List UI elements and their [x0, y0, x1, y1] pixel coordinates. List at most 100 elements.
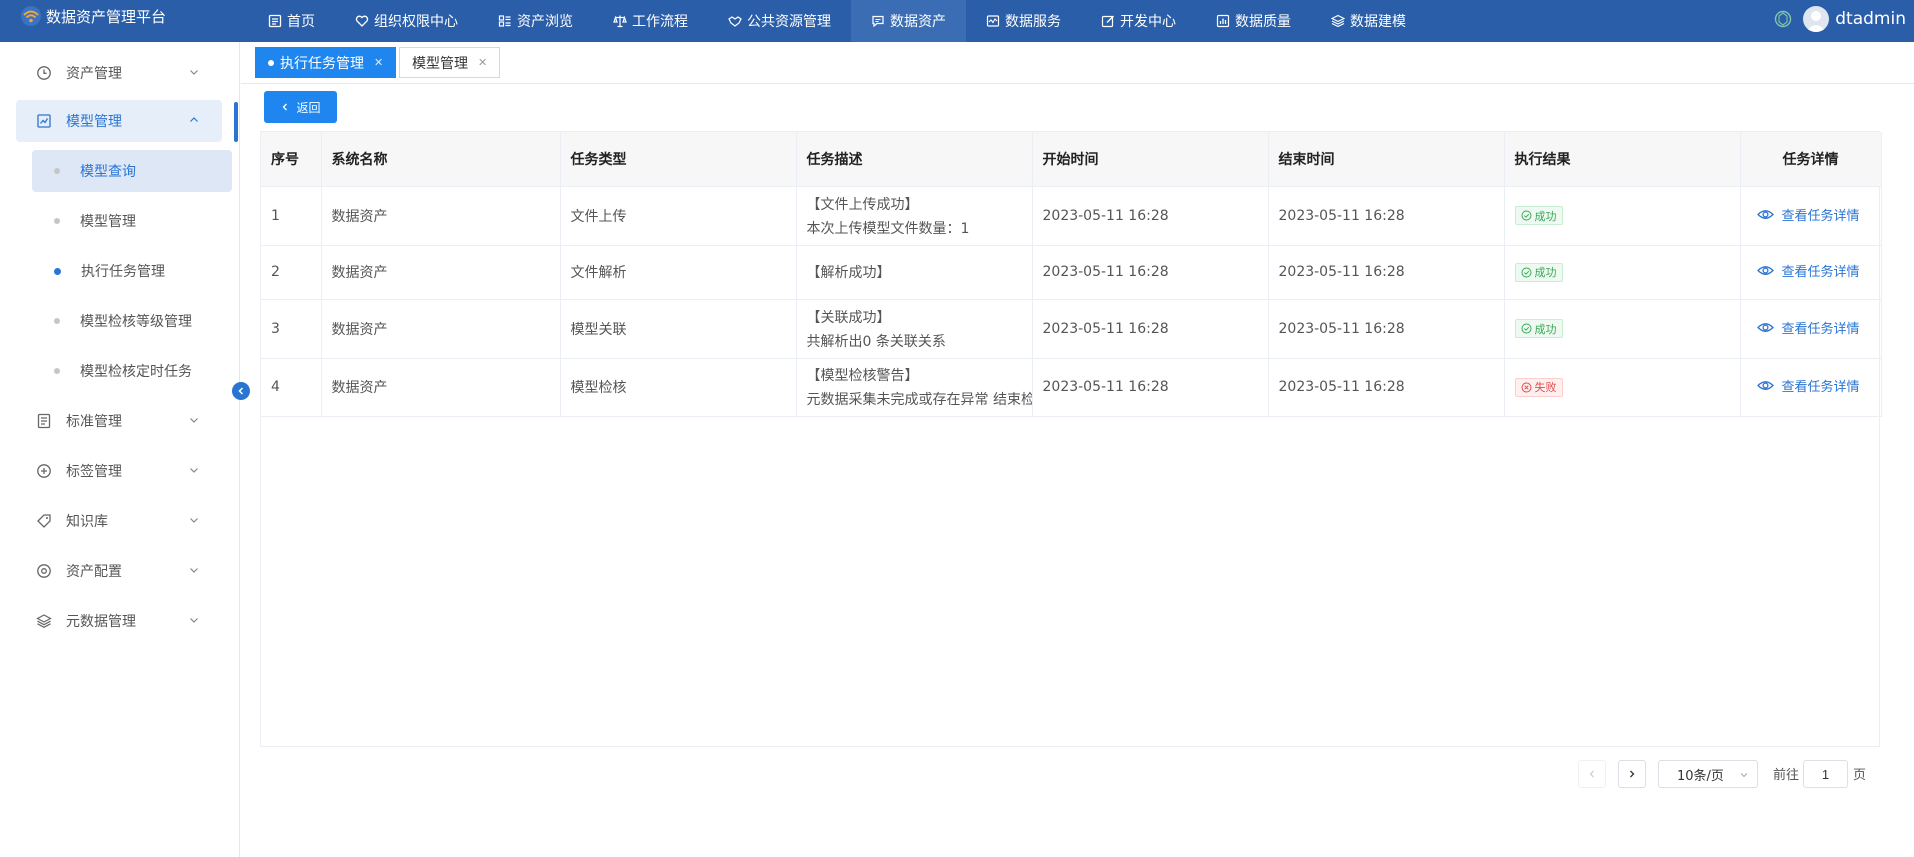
col-header: 任务详情 [1740, 132, 1882, 187]
sidebar-item-knowledge[interactable]: 知识库 [16, 500, 222, 542]
sub-item-model-mgmt[interactable]: 模型管理 [32, 200, 232, 242]
chevron-left-icon [1589, 770, 1594, 778]
next-page-button[interactable] [1618, 760, 1646, 788]
active-dot [268, 59, 274, 66]
table-row: 2 数据资产 文件解析 【解析成功】 2023-05-11 16:28 2023… [261, 245, 1882, 300]
view-detail-link[interactable]: 查看任务详情 [1756, 261, 1860, 280]
table-row: 4 数据资产 模型检核 【模型检核警告】 元数据采集未完成或存在异常 结束检 20… [261, 358, 1882, 417]
x-circle-icon [1521, 382, 1531, 392]
nav-item-data-modeling[interactable]: 数据建模 [1311, 0, 1426, 42]
eye-icon [1756, 381, 1774, 390]
back-button[interactable]: 返回 [264, 91, 337, 123]
main-nav: 首页 组织权限中心 资产浏览 工作流程 公共资源管理 数据资产 数据服务 开发中… [248, 0, 1426, 42]
chevron-left-icon [238, 387, 244, 395]
scale-icon [613, 14, 627, 28]
col-header: 序号 [261, 132, 322, 187]
tab-model-mgmt[interactable]: 模型管理 ✕ [399, 47, 501, 78]
chevron-left-icon [283, 103, 288, 111]
sub-item-task-mgmt[interactable]: 执行任务管理 [32, 250, 232, 292]
layers-icon [1331, 14, 1345, 28]
avatar[interactable] [1803, 6, 1830, 32]
sidebar-item-label: 元数据管理 [66, 614, 136, 630]
sidebar-item-label: 标签管理 [66, 464, 122, 480]
close-icon[interactable]: ✕ [374, 56, 383, 69]
nav-item-asset-browse[interactable]: 资产浏览 [478, 0, 593, 42]
check-circle-icon [1521, 210, 1531, 221]
status-badge: 失败 [1514, 377, 1563, 397]
page-size-select[interactable]: 10条/页 [1658, 760, 1758, 788]
nav-item-home[interactable]: 首页 [248, 0, 335, 42]
goto-label: 前往 [1773, 768, 1800, 783]
sidebar-item-label: 知识库 [66, 514, 108, 530]
bullet-dot [54, 368, 60, 374]
shield-heart-icon [355, 14, 369, 28]
status-badge: 成功 [1514, 206, 1563, 225]
top-navbar: 数据资产管理平台 首页 组织权限中心 资产浏览 工作流程 公共资源管理 数据资产 [0, 0, 1914, 42]
nav-item-org-permission[interactable]: 组织权限中心 [335, 0, 478, 42]
col-header: 系统名称 [321, 132, 561, 187]
view-detail-link[interactable]: 查看任务详情 [1756, 376, 1860, 395]
nav-item-data-quality[interactable]: 数据质量 [1196, 0, 1311, 42]
goto-suffix: 页 [1853, 768, 1867, 783]
nav-item-data-service[interactable]: 数据服务 [966, 0, 1081, 42]
col-header: 结束时间 [1268, 132, 1505, 187]
sidebar-item-metadata-mgmt[interactable]: 元数据管理 [16, 600, 222, 642]
status-badge: 成功 [1514, 262, 1563, 282]
home-icon [268, 14, 282, 28]
layers-icon [36, 613, 52, 629]
bullet-dot [54, 318, 60, 324]
nav-item-public-resource[interactable]: 公共资源管理 [708, 0, 851, 42]
close-icon[interactable]: ✕ [478, 56, 487, 69]
table-row: 3 数据资产 模型关联 【关联成功】 共解析出0 条关联关系 2023-05-11… [261, 299, 1882, 359]
edit-icon [1101, 14, 1115, 28]
active-indicator [234, 102, 238, 142]
sidebar-item-standard-mgmt[interactable]: 标准管理 [16, 400, 222, 442]
chevron-down-icon [190, 568, 198, 573]
sidebar-item-label: 标准管理 [66, 414, 122, 430]
chevron-down-icon [1740, 773, 1748, 778]
sidebar-item-asset-config[interactable]: 资产配置 [16, 550, 222, 592]
prev-page-button[interactable] [1578, 760, 1606, 788]
tab-task-mgmt[interactable]: 执行任务管理 ✕ [255, 47, 397, 78]
sidebar-item-label: 资产配置 [66, 564, 122, 580]
check-circle-icon [1521, 323, 1531, 334]
clock-icon [36, 65, 52, 81]
col-header: 开始时间 [1032, 132, 1269, 187]
list-icon [498, 14, 512, 28]
eye-icon [1756, 266, 1774, 275]
sidebar-item-asset-mgmt[interactable]: 资产管理 [16, 52, 222, 94]
tag-icon [36, 513, 52, 529]
chevron-right-icon [1630, 770, 1635, 778]
sidebar-item-model-mgmt[interactable]: 模型管理 [16, 100, 222, 142]
openai-help-icon[interactable] [1773, 9, 1793, 29]
bullet-dot [54, 218, 60, 224]
nav-item-workflow[interactable]: 工作流程 [593, 0, 708, 42]
sub-item-check-schedule[interactable]: 模型检核定时任务 [32, 350, 232, 392]
chat-icon [871, 14, 885, 28]
app-title: 数据资产管理平台 [46, 7, 167, 26]
task-table: 序号 系统名称 任务类型 任务描述 开始时间 结束时间 执行结果 任务详情 1 … [260, 131, 1882, 747]
page-tabs: 执行任务管理 ✕ 模型管理 ✕ [241, 42, 1914, 84]
sub-item-check-level[interactable]: 模型检核等级管理 [32, 300, 232, 342]
chevron-down-icon [190, 518, 198, 523]
sidebar-item-tag-mgmt[interactable]: 标签管理 [16, 450, 222, 492]
sidebar-item-label: 模型管理 [66, 114, 122, 130]
brand[interactable]: 数据资产管理平台 [20, 0, 166, 32]
sub-item-model-query[interactable]: 模型查询 [32, 150, 232, 192]
table-row: 1 数据资产 文件上传 【文件上传成功】 本次上传模型文件数量：1 2023-05… [261, 186, 1882, 246]
col-header: 任务类型 [560, 132, 797, 187]
view-detail-link[interactable]: 查看任务详情 [1756, 318, 1860, 337]
goto-page-input[interactable] [1803, 760, 1848, 788]
nav-item-data-asset[interactable]: 数据资产 [851, 0, 966, 42]
status-badge: 成功 [1514, 319, 1563, 338]
sidebar-collapse-button[interactable] [232, 382, 250, 400]
plus-circle-icon [36, 463, 52, 479]
chevron-down-icon [190, 418, 198, 423]
table-header-row: 序号 系统名称 任务类型 任务描述 开始时间 结束时间 执行结果 任务详情 [261, 132, 1882, 187]
nav-item-dev-center[interactable]: 开发中心 [1081, 0, 1196, 42]
document-icon [36, 413, 52, 429]
chevron-down-icon [190, 618, 198, 623]
sidebar: 资产管理 模型管理 模型查询 模型管理 执行任务管理 模型检核等级管理 模型检核… [0, 42, 240, 857]
view-detail-link[interactable]: 查看任务详情 [1756, 205, 1860, 224]
username[interactable]: dtadmin [1835, 9, 1906, 29]
